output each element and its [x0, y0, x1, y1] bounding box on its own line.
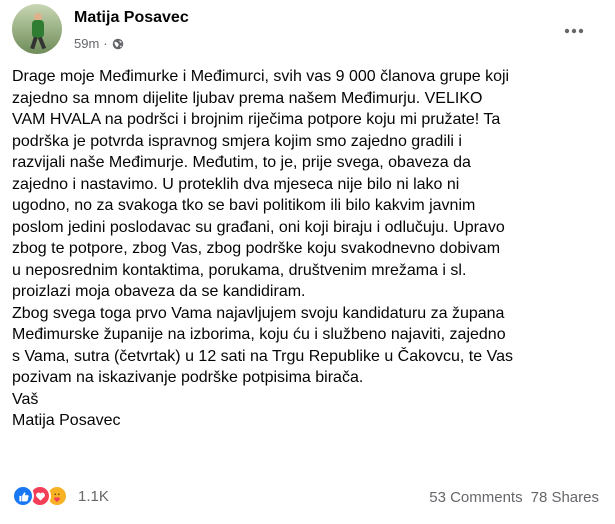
post-text-line: zajedno sa mnom dijelite ljubav prema na… [12, 89, 483, 107]
post-text-line: pozivam na iskazivanje podrške potpisima… [12, 369, 364, 386]
comments-count[interactable]: 53 Comments [429, 489, 522, 506]
post-text-line: zajedno i nastavimo. U proteklih dva mje… [12, 175, 460, 193]
reactions-summary[interactable]: 1.1K [12, 485, 109, 507]
post-text-line: podrška je potvrda ispravnog smjera koji… [12, 132, 462, 150]
more-horizontal-icon [564, 28, 584, 34]
post-text-line: zbog te potpore, zbog Vas, zbog podrške … [12, 240, 501, 257]
post-text-line: VAM HVALA na podršci i brojnim riječima … [12, 111, 501, 128]
shares-count[interactable]: 78 Shares [531, 489, 599, 506]
facebook-post: Matija Posavec 59m · Drage moje Međimurk… [0, 0, 615, 524]
reaction-count[interactable]: 1.1K [78, 488, 109, 505]
post-text-line: u neposrednim kontaktima, porukama, druš… [12, 261, 467, 279]
post-text-line: proizlazi moja obaveza da se kandidiram. [12, 283, 306, 300]
author-name[interactable]: Matija Posavec [74, 9, 189, 27]
avatar-figure-leg [37, 36, 47, 50]
post-text-line: poslom jedini poslodavac su građani, oni… [12, 218, 505, 236]
post-timestamp[interactable]: 59m [74, 36, 99, 51]
post-meta: 59m · [74, 36, 124, 51]
post-text-line: Drage moje Međimurke i Međimurci, svih v… [12, 68, 510, 85]
post-text-line: razvijali naše Međimurje. Međutim, to je… [12, 154, 471, 171]
post-text-line: Vaš [12, 390, 39, 408]
avatar-figure-leg [30, 36, 38, 50]
post-body: Drage moje Međimurke i Međimurci, svih v… [12, 66, 607, 432]
avatar[interactable] [12, 4, 62, 54]
post-text-line: Zbog svega toga prvo Vama najavljujem sv… [12, 304, 505, 322]
post-text-line: Matija Posavec [12, 412, 121, 429]
like-icon [12, 485, 34, 507]
post-text-line: s Vama, sutra (četvrtak) u 12 sati na Tr… [12, 347, 513, 365]
meta-separator: · [103, 36, 108, 51]
more-options-button[interactable] [558, 15, 590, 47]
post-text-line: ugodno, no za svakoga tko se bavi politi… [12, 197, 476, 214]
engagement-stats: 53 Comments 78 Shares [429, 489, 599, 506]
avatar-figure-body [32, 20, 44, 38]
post-text-line: Međimurske županije na izborima, koju ću… [12, 326, 506, 343]
globe-icon[interactable] [112, 38, 124, 50]
